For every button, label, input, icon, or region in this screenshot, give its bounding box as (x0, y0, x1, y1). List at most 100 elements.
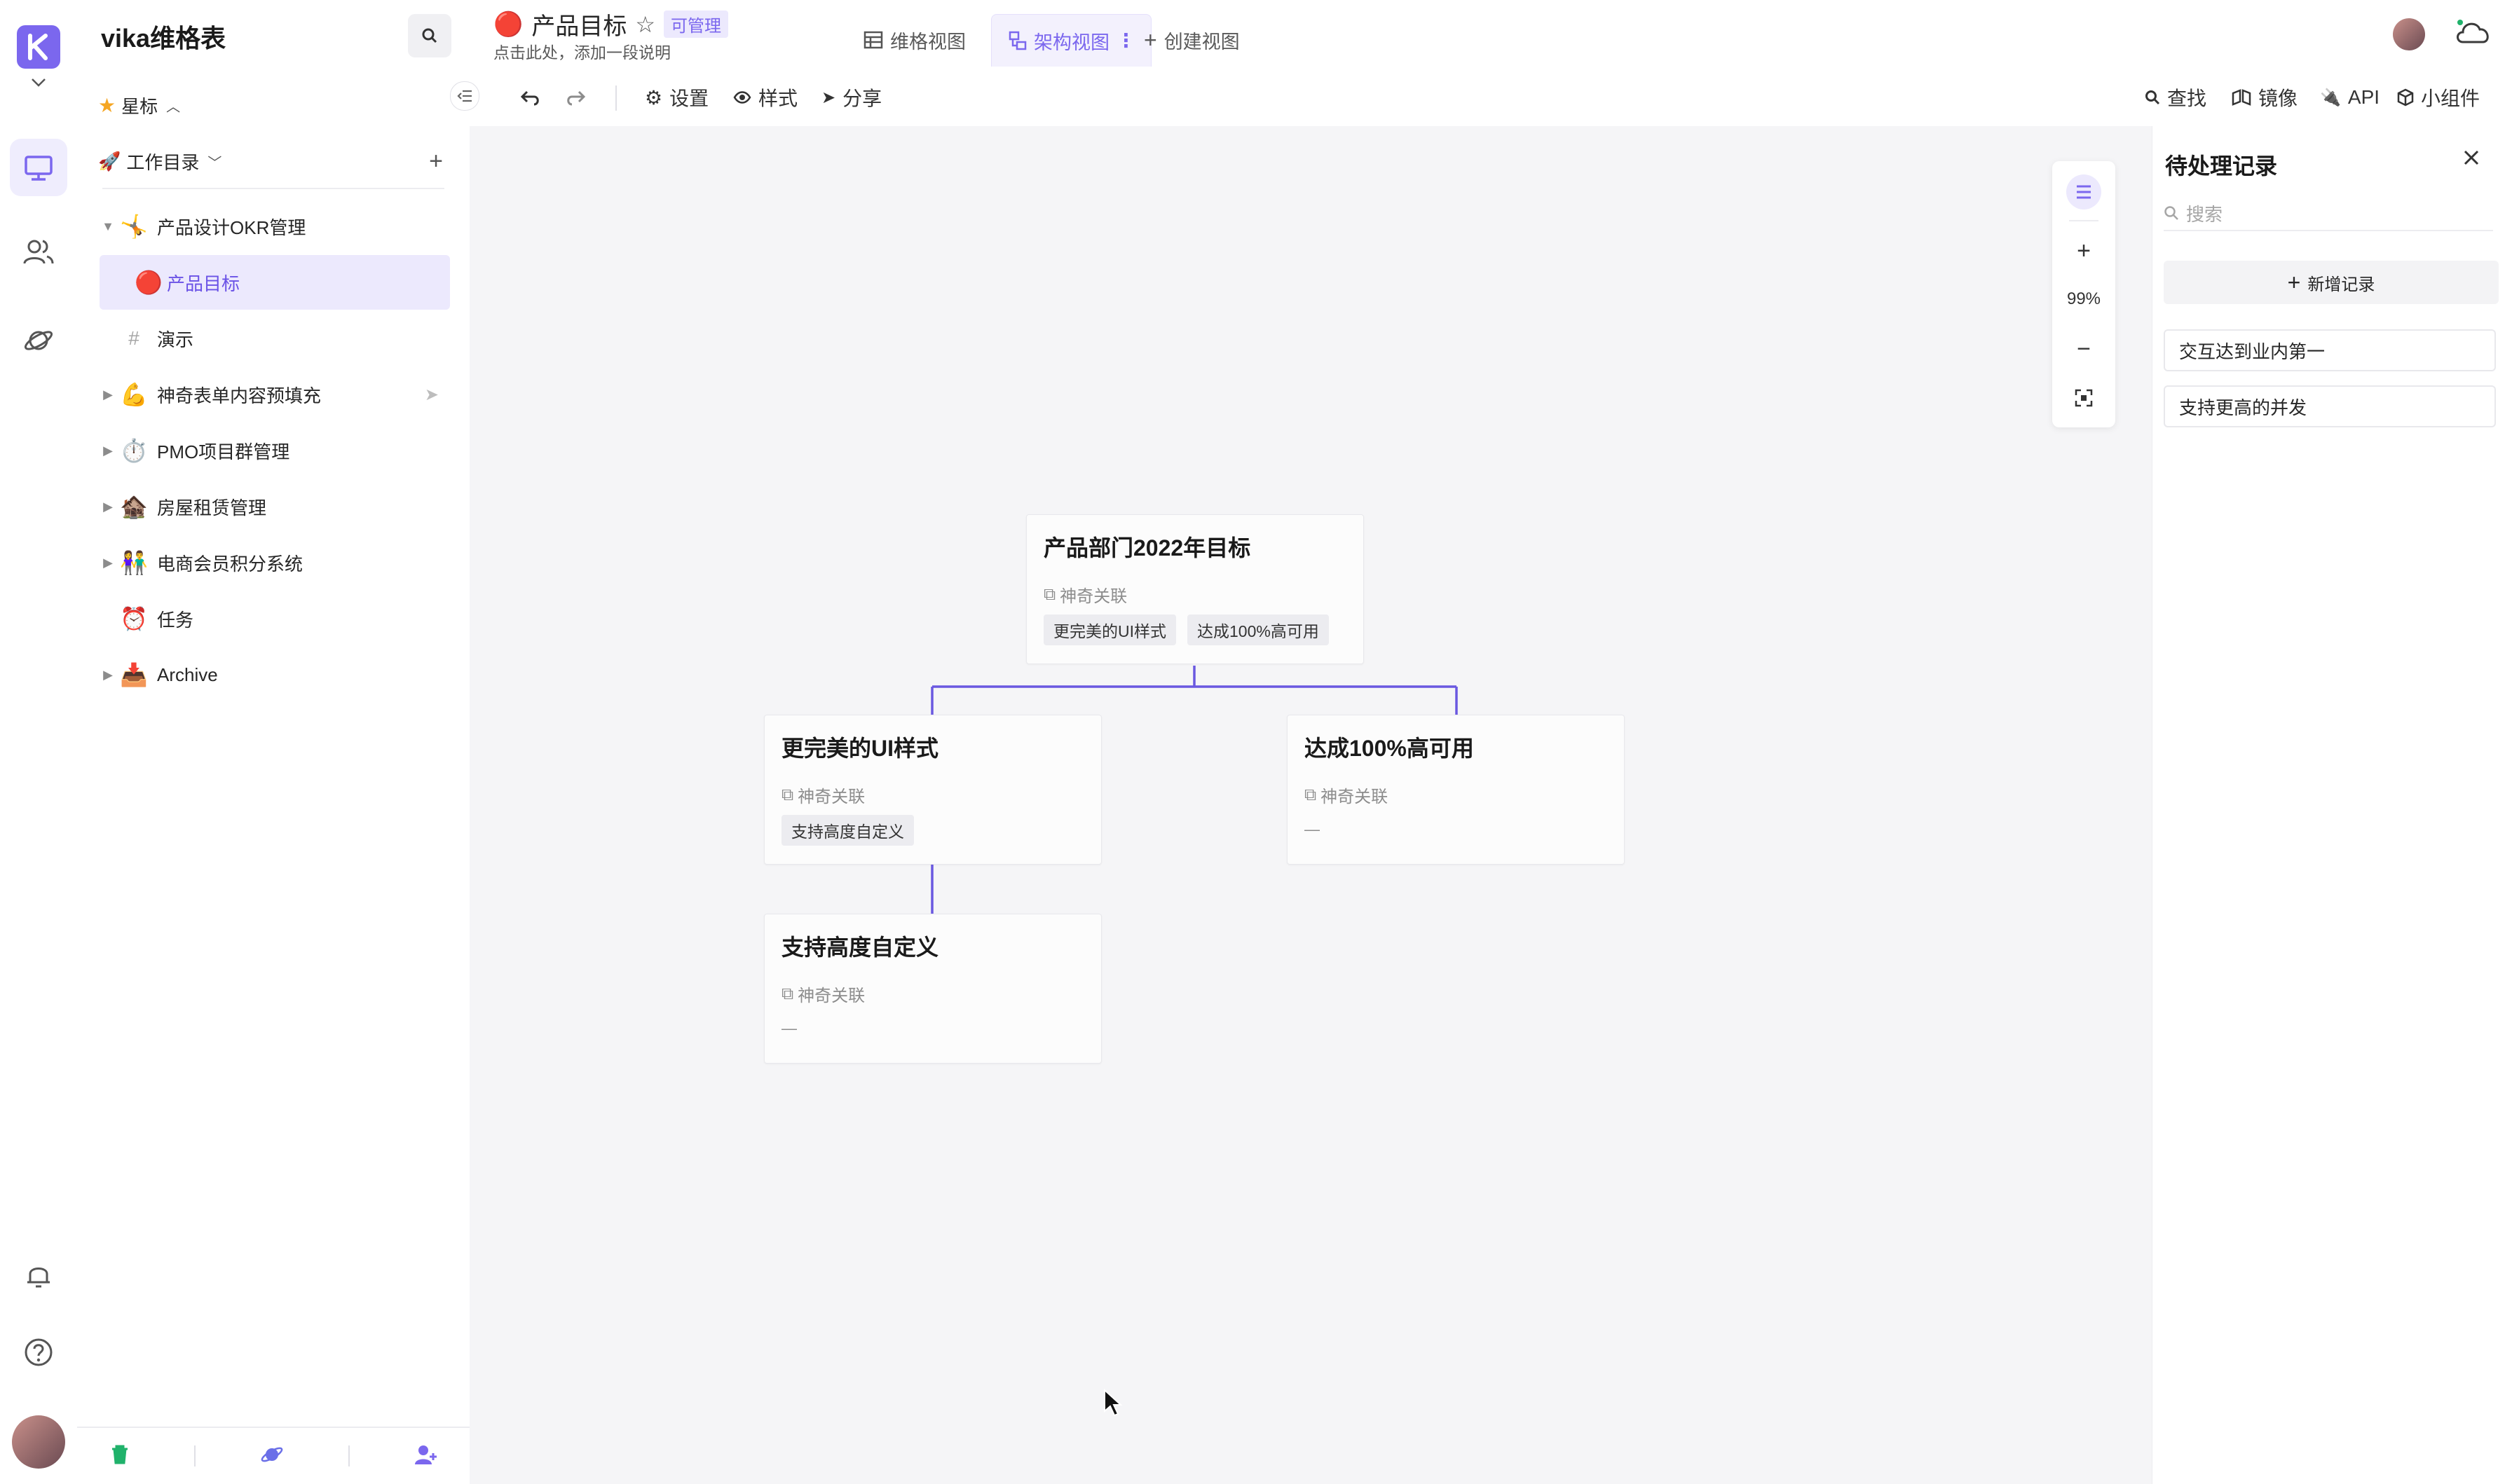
sidebar-item-pmo[interactable]: ▶ ⏱️ PMO项目群管理 (98, 423, 449, 478)
tab-architecture-view[interactable]: 架构视图 ⋮ (991, 14, 1152, 67)
share-button[interactable]: ➤ 分享 (821, 83, 882, 112)
api-button[interactable]: 🔌 API (2320, 83, 2380, 112)
node-description[interactable]: 点击此处，添加一段说明 (493, 39, 671, 63)
template-planet-icon[interactable] (260, 1443, 284, 1470)
catalog-label: 工作目录 (126, 151, 200, 173)
expand-caret-icon[interactable]: ▶ (98, 500, 118, 514)
more-vertical-icon[interactable]: ⋮ (1117, 30, 1135, 52)
zoom-in-icon[interactable]: + (2052, 231, 2115, 270)
workbench-icon[interactable] (0, 147, 77, 189)
card-title: 更完美的UI样式 (781, 736, 939, 761)
org-card-ui-style[interactable]: 更完美的UI样式 ⧉ 神奇关联 支持高度自定义 (764, 715, 1102, 865)
settings-button[interactable]: ⚙ 设置 (645, 83, 709, 112)
expand-caret-icon[interactable]: ▶ (98, 668, 118, 682)
pending-panel-title: 待处理记录 (2165, 153, 2278, 179)
add-record-button[interactable]: + 新增记录 (2164, 261, 2499, 304)
share-label: 分享 (842, 88, 882, 109)
link-field-icon: ⧉ (1044, 584, 1056, 604)
redo-icon (567, 90, 586, 106)
undo-button[interactable] (520, 83, 541, 112)
pending-record-item[interactable]: 支持更高的并发 (2164, 385, 2496, 427)
org-card-root[interactable]: 产品部门2022年目标 ⧉ 神奇关联 更完美的UI样式 达成100%高可用 (1026, 514, 1364, 664)
sidebar-item-rental[interactable]: ▶ 🏚️ 房屋租赁管理 (98, 479, 449, 534)
collaborator-avatar[interactable] (2393, 18, 2425, 50)
help-icon[interactable] (0, 1331, 77, 1373)
workspace-name[interactable]: vika维格表 (101, 18, 226, 55)
sidebar-item-ecommerce[interactable]: ▶ 👫 电商会员积分系统 (98, 535, 449, 590)
page-header: 🔴 产品目标 ☆ 可管理 点击此处，添加一段说明 维格视图 架构视图 ⋮ + 创… (470, 0, 2512, 69)
cloud-sync-icon (2455, 17, 2492, 50)
pending-search-input[interactable]: 搜索 (2164, 196, 2493, 231)
field-label: 神奇关联 (798, 987, 866, 1005)
notification-bell-icon[interactable] (0, 1254, 77, 1296)
sidebar-item-label: 电商会员积分系统 (157, 553, 303, 575)
field-label: 神奇关联 (1060, 587, 1128, 606)
field-label: 神奇关联 (798, 788, 866, 806)
expand-caret-icon[interactable]: ▶ (98, 556, 118, 570)
card-title: 产品部门2022年目标 (1044, 535, 1251, 561)
sidebar-item-demo[interactable]: # 演示 (98, 311, 449, 366)
mirror-label: 镜像 (2258, 88, 2298, 109)
zoom-out-icon[interactable]: − (2052, 329, 2115, 369)
trash-icon[interactable] (109, 1443, 130, 1469)
collapse-sidebar-button[interactable] (450, 81, 479, 111)
invite-member-icon[interactable] (414, 1443, 437, 1469)
sidebar-divider (102, 188, 444, 189)
members-icon[interactable] (0, 231, 77, 273)
link-tag[interactable]: 支持高度自定义 (781, 815, 914, 846)
node-emoji-icon: 💪 (120, 382, 148, 407)
fit-view-icon[interactable] (2052, 378, 2115, 418)
link-field-icon: ⧉ (1304, 785, 1317, 804)
list-icon (2066, 174, 2101, 209)
mouse-cursor-icon (1103, 1388, 1123, 1420)
card-field-label: ⧉ 神奇关联 (1304, 783, 1388, 807)
sidebar-item-product-goal[interactable]: 🔴 产品目标 (100, 255, 450, 310)
grid-view-icon (863, 31, 883, 49)
mirror-button[interactable]: 镜像 (2232, 83, 2298, 112)
starred-section[interactable]: ★ 星标 ︿ (98, 78, 449, 132)
api-label: API (2347, 86, 2380, 108)
org-chart-canvas[interactable]: 产品部门2022年目标 ⧉ 神奇关联 更完美的UI样式 达成100%高可用 更完… (470, 126, 2152, 1484)
sidebar-item-archive[interactable]: ▶ 📥 Archive (98, 647, 449, 702)
sidebar-item-okr[interactable]: ▼ 🤸 产品设计OKR管理 (98, 199, 449, 254)
close-icon[interactable] (2461, 147, 2489, 175)
find-label: 查找 (2167, 88, 2207, 109)
add-node-icon[interactable]: + (429, 148, 443, 175)
org-card-customization[interactable]: 支持高度自定义 ⧉ 神奇关联 — (764, 914, 1102, 1064)
expand-caret-icon[interactable]: ▼ (98, 219, 118, 234)
sidebar-search-button[interactable] (408, 14, 451, 57)
toggle-pending-records-button[interactable] (2052, 171, 2115, 213)
catalog-section[interactable]: 🚀 工作目录 ﹀ + (98, 135, 449, 188)
page-title[interactable]: 产品目标 (531, 7, 627, 41)
pending-record-item[interactable]: 交互达到业内第一 (2164, 329, 2496, 371)
form-hash-icon: # (128, 327, 139, 349)
style-label: 样式 (758, 88, 798, 109)
node-emoji-icon[interactable]: 🔴 (493, 11, 523, 39)
sidebar-bottom-bar (77, 1427, 470, 1484)
share-plane-icon: ➤ (424, 385, 439, 404)
org-card-high-availability[interactable]: 达成100%高可用 ⧉ 神奇关联 — (1287, 715, 1625, 865)
node-emoji-icon: 👫 (120, 550, 148, 575)
widgets-button[interactable]: 小组件 (2397, 83, 2480, 112)
share-plane-icon: ➤ (821, 88, 836, 107)
sidebar-item-form-prefill[interactable]: ▶ 💪 神奇表单内容预填充 ➤ (98, 367, 449, 422)
node-emoji-icon: 🔴 (135, 270, 163, 295)
star-outline-icon[interactable]: ☆ (635, 11, 655, 38)
sidebar-item-tasks[interactable]: ⏰ 任务 (98, 591, 449, 646)
link-tag[interactable]: 达成100%高可用 (1187, 614, 1329, 645)
expand-caret-icon[interactable]: ▶ (98, 387, 118, 402)
expand-caret-icon[interactable]: ▶ (98, 444, 118, 458)
starred-label: 星标 (121, 95, 158, 117)
style-button[interactable]: 样式 (733, 83, 798, 112)
link-tag[interactable]: 更完美的UI样式 (1044, 614, 1176, 645)
node-title-row: 🔴 产品目标 ☆ 可管理 (493, 7, 729, 41)
vika-logo-icon[interactable] (17, 25, 60, 69)
explore-planet-icon[interactable] (0, 320, 77, 362)
node-emoji-icon: ⏱️ (120, 438, 148, 463)
find-button[interactable]: 查找 (2145, 83, 2206, 112)
redo-button[interactable] (565, 83, 586, 112)
create-view-button[interactable]: + 创建视图 (1144, 14, 1240, 66)
tab-grid-view[interactable]: 维格视图 (863, 14, 966, 66)
user-avatar[interactable] (0, 1414, 77, 1470)
space-switch-chevron-icon[interactable] (0, 73, 77, 92)
